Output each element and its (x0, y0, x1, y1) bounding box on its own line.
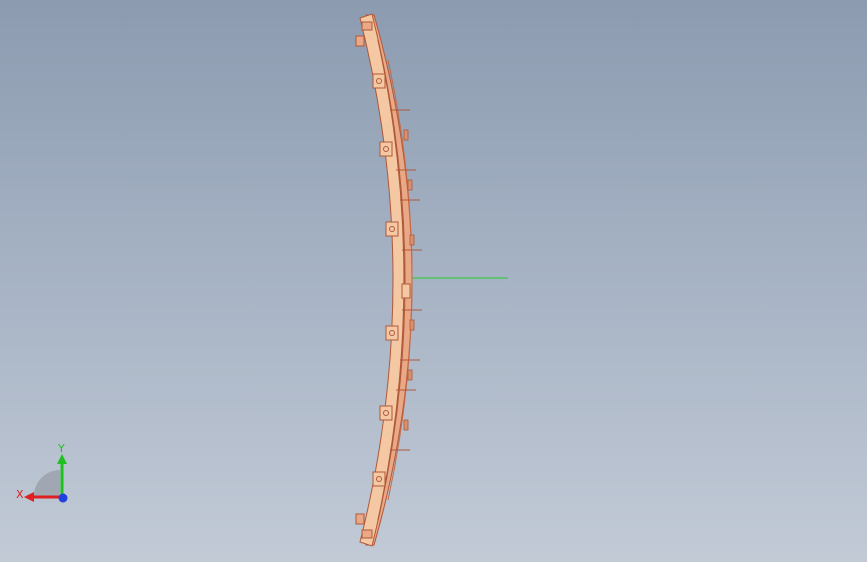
part-main-face (359, 13, 406, 547)
coordinate-triad: X Y (16, 442, 68, 503)
triad-x-label: X (16, 488, 24, 501)
triad-y-label: Y (57, 442, 65, 455)
triad-z-axis (58, 493, 68, 503)
triad-x-arrow (24, 492, 34, 502)
model-view[interactable] (0, 0, 867, 562)
triad-plane-quadrant (34, 470, 60, 496)
center-clip (401, 283, 411, 299)
triad-y-arrow (57, 454, 67, 464)
curved-bumper-part[interactable] (355, 13, 422, 547)
graphics-viewport[interactable]: X Y (0, 0, 867, 562)
